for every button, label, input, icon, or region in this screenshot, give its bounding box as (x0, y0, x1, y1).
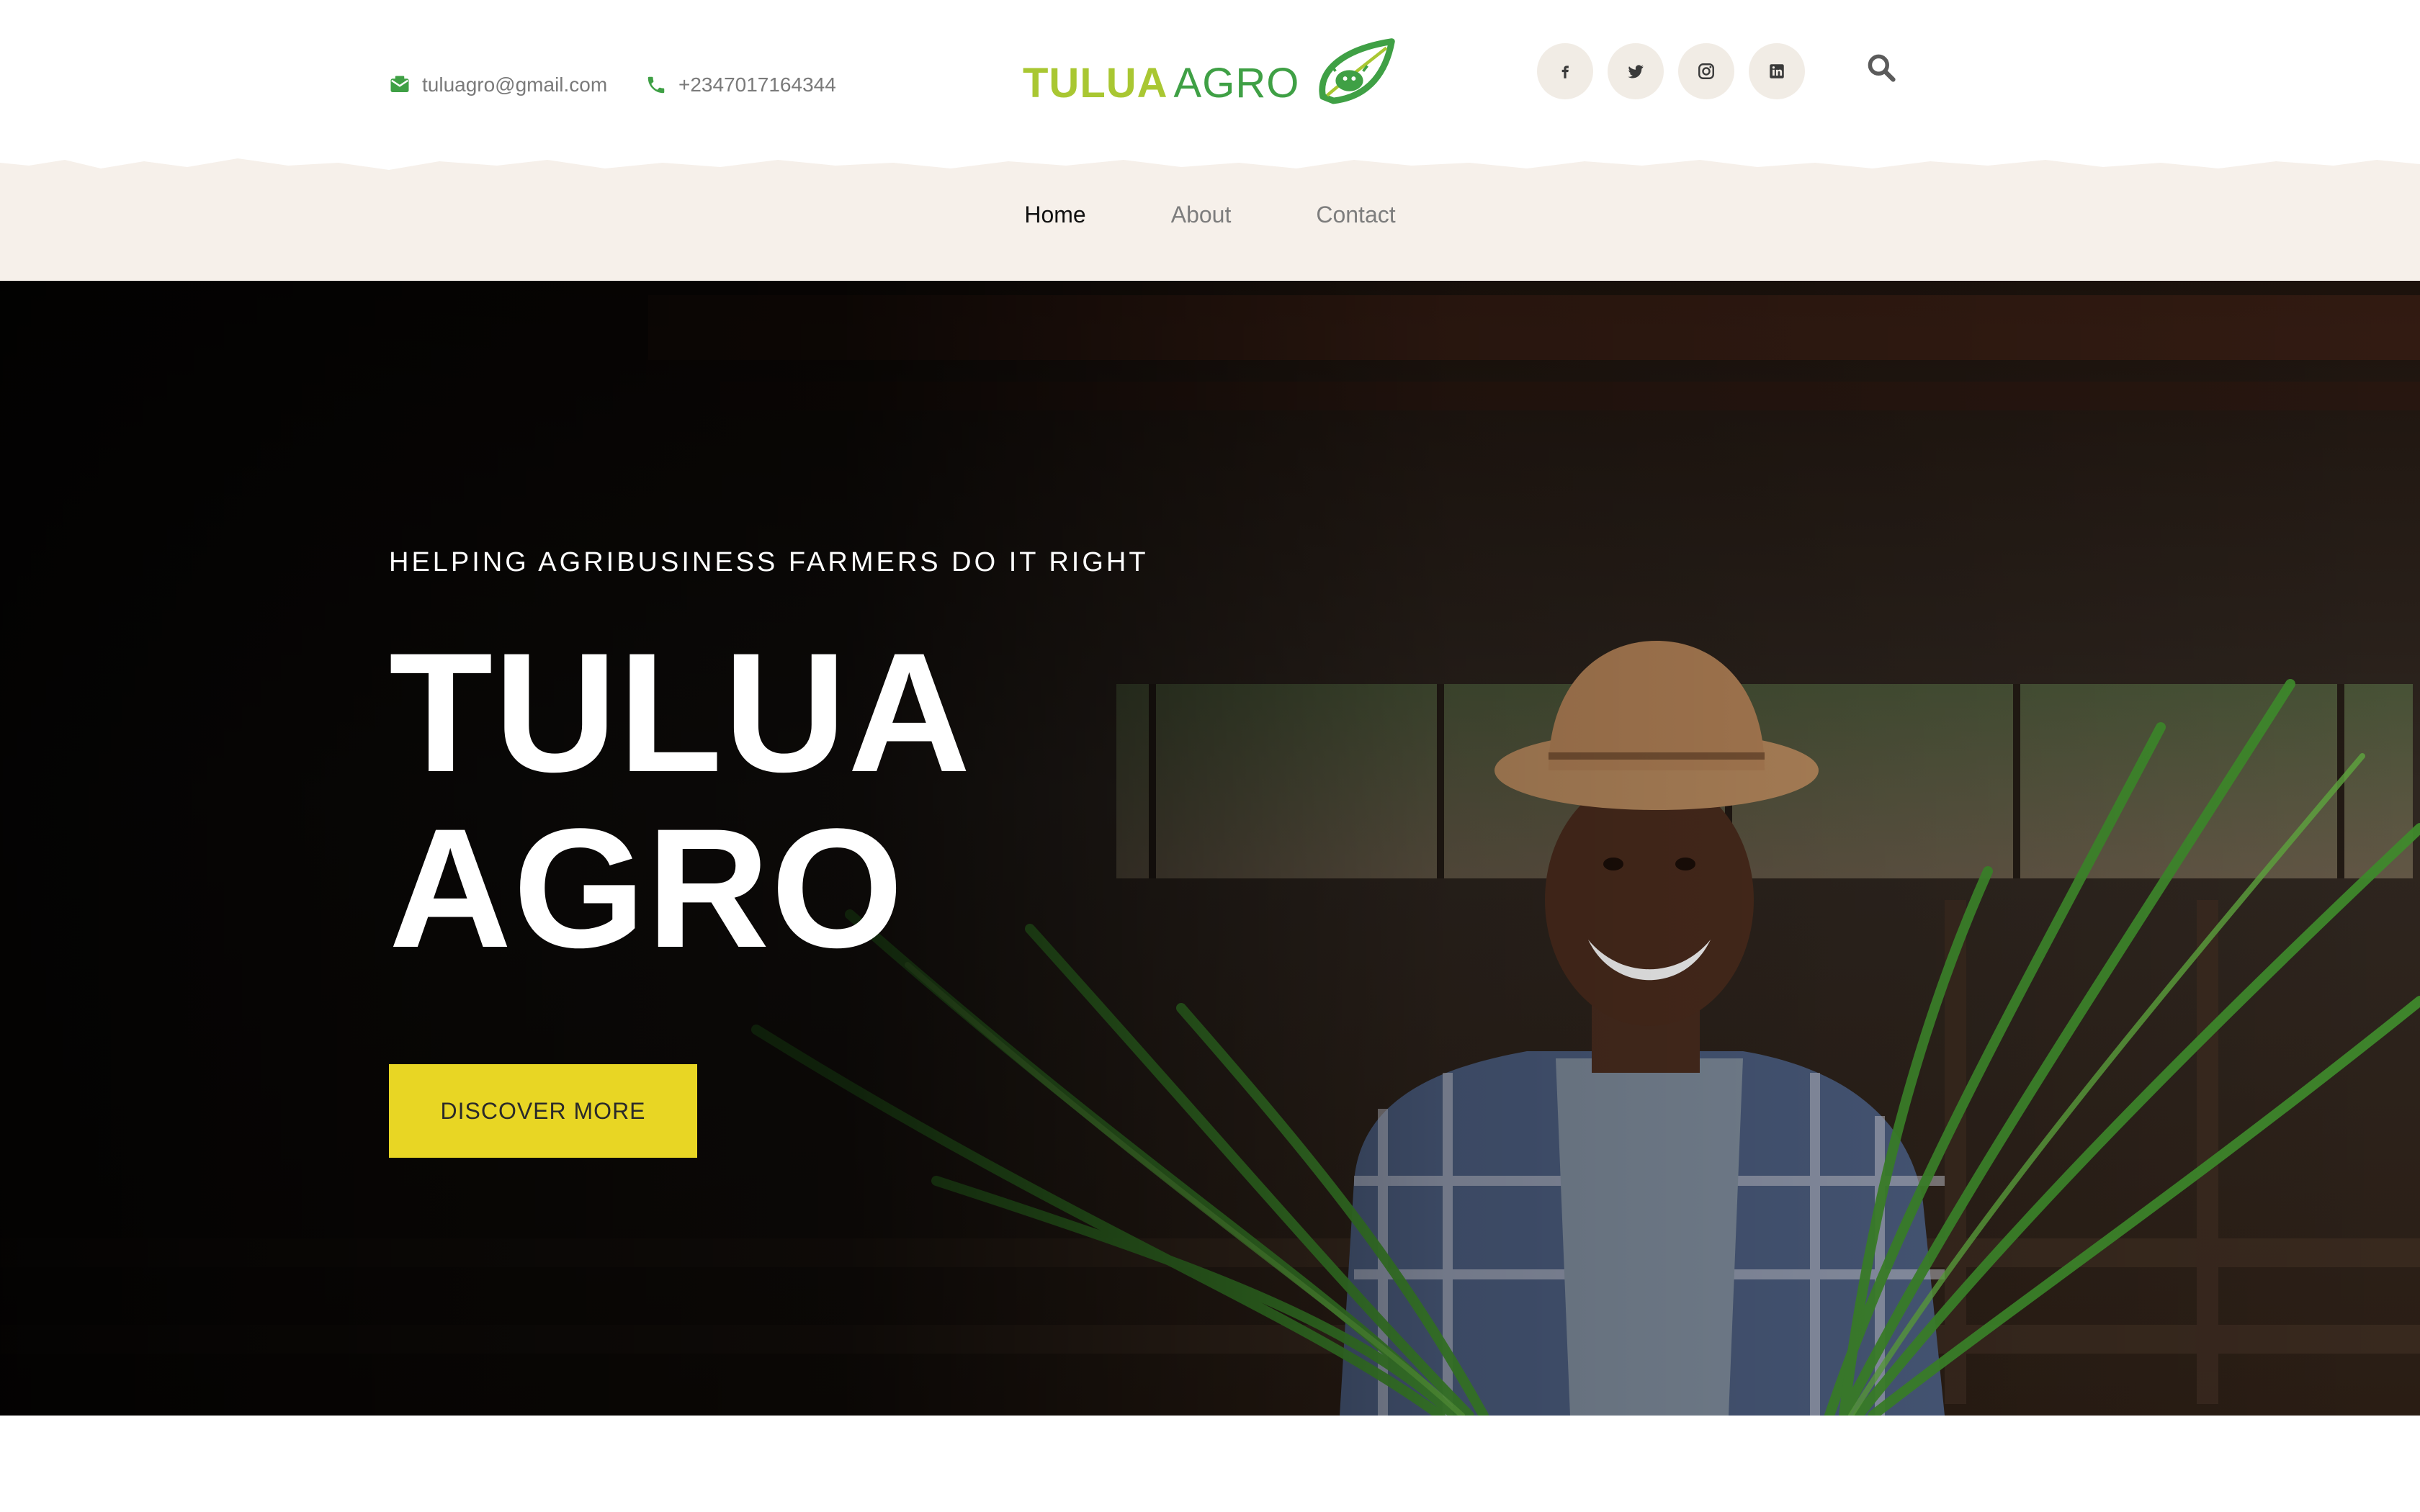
hero-section: HELPING AGRIBUSINESS FARMERS DO IT RIGHT… (0, 281, 2420, 1416)
hero-title-line-1: TULUA (389, 618, 972, 808)
torn-paper-divider (0, 158, 2420, 187)
instagram-button[interactable] (1678, 43, 1734, 99)
discover-more-button[interactable]: DISCOVER MORE (389, 1064, 697, 1158)
hero-background-image (0, 281, 2420, 1416)
linkedin-icon (1770, 64, 1784, 78)
logo-word-agro: AGRO (1173, 59, 1300, 107)
site-header: tuluagro@gmail.com +2347017164344 TULUA A… (0, 0, 2420, 166)
site-logo[interactable]: TULUA AGRO (1023, 26, 1397, 120)
logo-wordmark: TULUA AGRO (1023, 59, 1299, 107)
linkedin-button[interactable] (1749, 43, 1805, 99)
main-nav-bar: Home About Contact (0, 173, 2420, 281)
leaf-cow-logo-icon (1319, 38, 1396, 104)
twitter-button[interactable] (1608, 43, 1664, 99)
search-icon[interactable] (1865, 52, 1897, 84)
hero-title-line-2: AGRO (389, 793, 905, 984)
logo-word-tulua: TULUA (1023, 59, 1168, 107)
nav-item-about[interactable]: About (1171, 202, 1232, 228)
nav-item-home[interactable]: Home (1024, 202, 1085, 228)
facebook-icon (1561, 66, 1569, 78)
main-nav: Home About Contact (0, 202, 2420, 228)
hero-kicker: HELPING AGRIBUSINESS FARMERS DO IT RIGHT (389, 547, 1149, 577)
phone-icon (647, 76, 665, 94)
header-email[interactable]: tuluagro@gmail.com (389, 71, 607, 99)
page-below-hero (0, 1416, 2420, 1512)
header-email-text: tuluagro@gmail.com (422, 73, 608, 96)
header-phone-text: +2347017164344 (678, 73, 836, 96)
header-phone[interactable]: +2347017164344 (645, 71, 836, 99)
social-links (1537, 43, 1805, 99)
twitter-icon (1628, 65, 1644, 78)
mail-icon (390, 76, 409, 92)
nav-item-contact[interactable]: Contact (1316, 202, 1395, 228)
hero-title: TULUA AGRO (389, 625, 972, 976)
instagram-icon (1698, 63, 1714, 79)
facebook-button[interactable] (1537, 43, 1593, 99)
